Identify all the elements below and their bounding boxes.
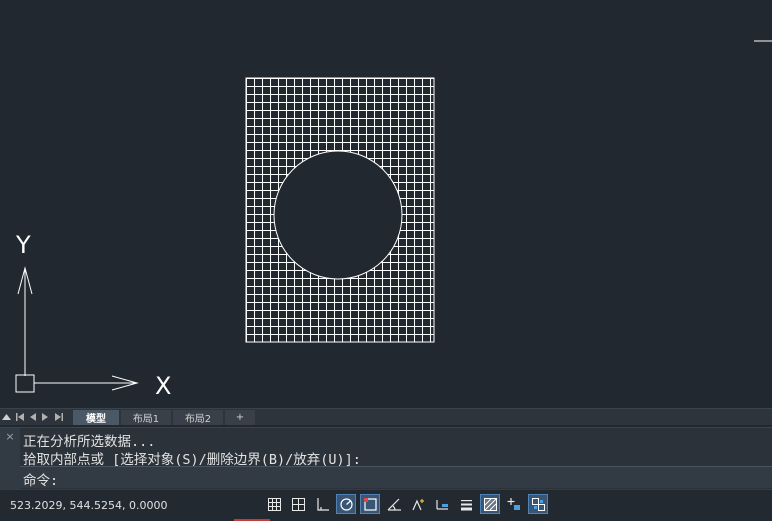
transparency-icon[interactable] (480, 494, 500, 514)
dynamic-input-icon[interactable] (432, 494, 452, 514)
grid-display-icon[interactable] (264, 494, 284, 514)
snap-mode-icon[interactable] (288, 494, 308, 514)
close-icon[interactable]: × (4, 431, 16, 443)
dynamic-ucs-icon[interactable] (408, 494, 428, 514)
command-input[interactable]: 命令: (20, 466, 772, 489)
add-layout-button[interactable]: + (225, 409, 255, 425)
object-snap-tracking-icon[interactable] (384, 494, 404, 514)
cursor-coordinates[interactable]: 523.2029, 544.5254, 0.0000 (10, 499, 167, 512)
first-tab-icon[interactable] (13, 410, 26, 425)
ortho-mode-icon[interactable] (312, 494, 332, 514)
ucs-y-label: Y (15, 231, 31, 259)
layout-tabs-bar: 模型 布局1 布局2 + (0, 408, 772, 425)
selection-cycling-icon[interactable] (504, 494, 524, 514)
command-history-line: 拾取内部点或 [选择对象(S)/删除边界(B)/放弃(U)]: (23, 452, 361, 468)
command-window: × 正在分析所选数据... 拾取内部点或 [选择对象(S)/删除边界(B)/放弃… (0, 427, 772, 490)
tab-layout2[interactable]: 布局2 (173, 409, 223, 425)
polar-tracking-icon[interactable] (336, 494, 356, 514)
command-prompt: 命令: (23, 473, 59, 489)
drawing-canvas[interactable]: Y X (0, 0, 772, 408)
next-tab-icon[interactable] (39, 410, 52, 425)
tab-model[interactable]: 模型 (73, 409, 119, 425)
drawing-svg[interactable]: Y X (0, 0, 772, 408)
ucs-x-label: X (155, 372, 171, 400)
hatch-boundary-circle[interactable] (273, 150, 403, 280)
tab-layout1[interactable]: 布局1 (121, 409, 171, 425)
status-toggles (264, 494, 552, 514)
lineweight-icon[interactable] (456, 494, 476, 514)
ucs-icon (15, 266, 139, 393)
scroll-up-icon[interactable] (0, 410, 13, 425)
last-tab-icon[interactable] (52, 410, 65, 425)
object-snap-icon[interactable] (360, 494, 380, 514)
previous-tab-icon[interactable] (26, 410, 39, 425)
annotation-monitor-icon[interactable] (528, 494, 548, 514)
status-bar: 523.2029, 544.5254, 0.0000 (0, 489, 772, 521)
command-history-line: 正在分析所选数据... (23, 434, 156, 450)
